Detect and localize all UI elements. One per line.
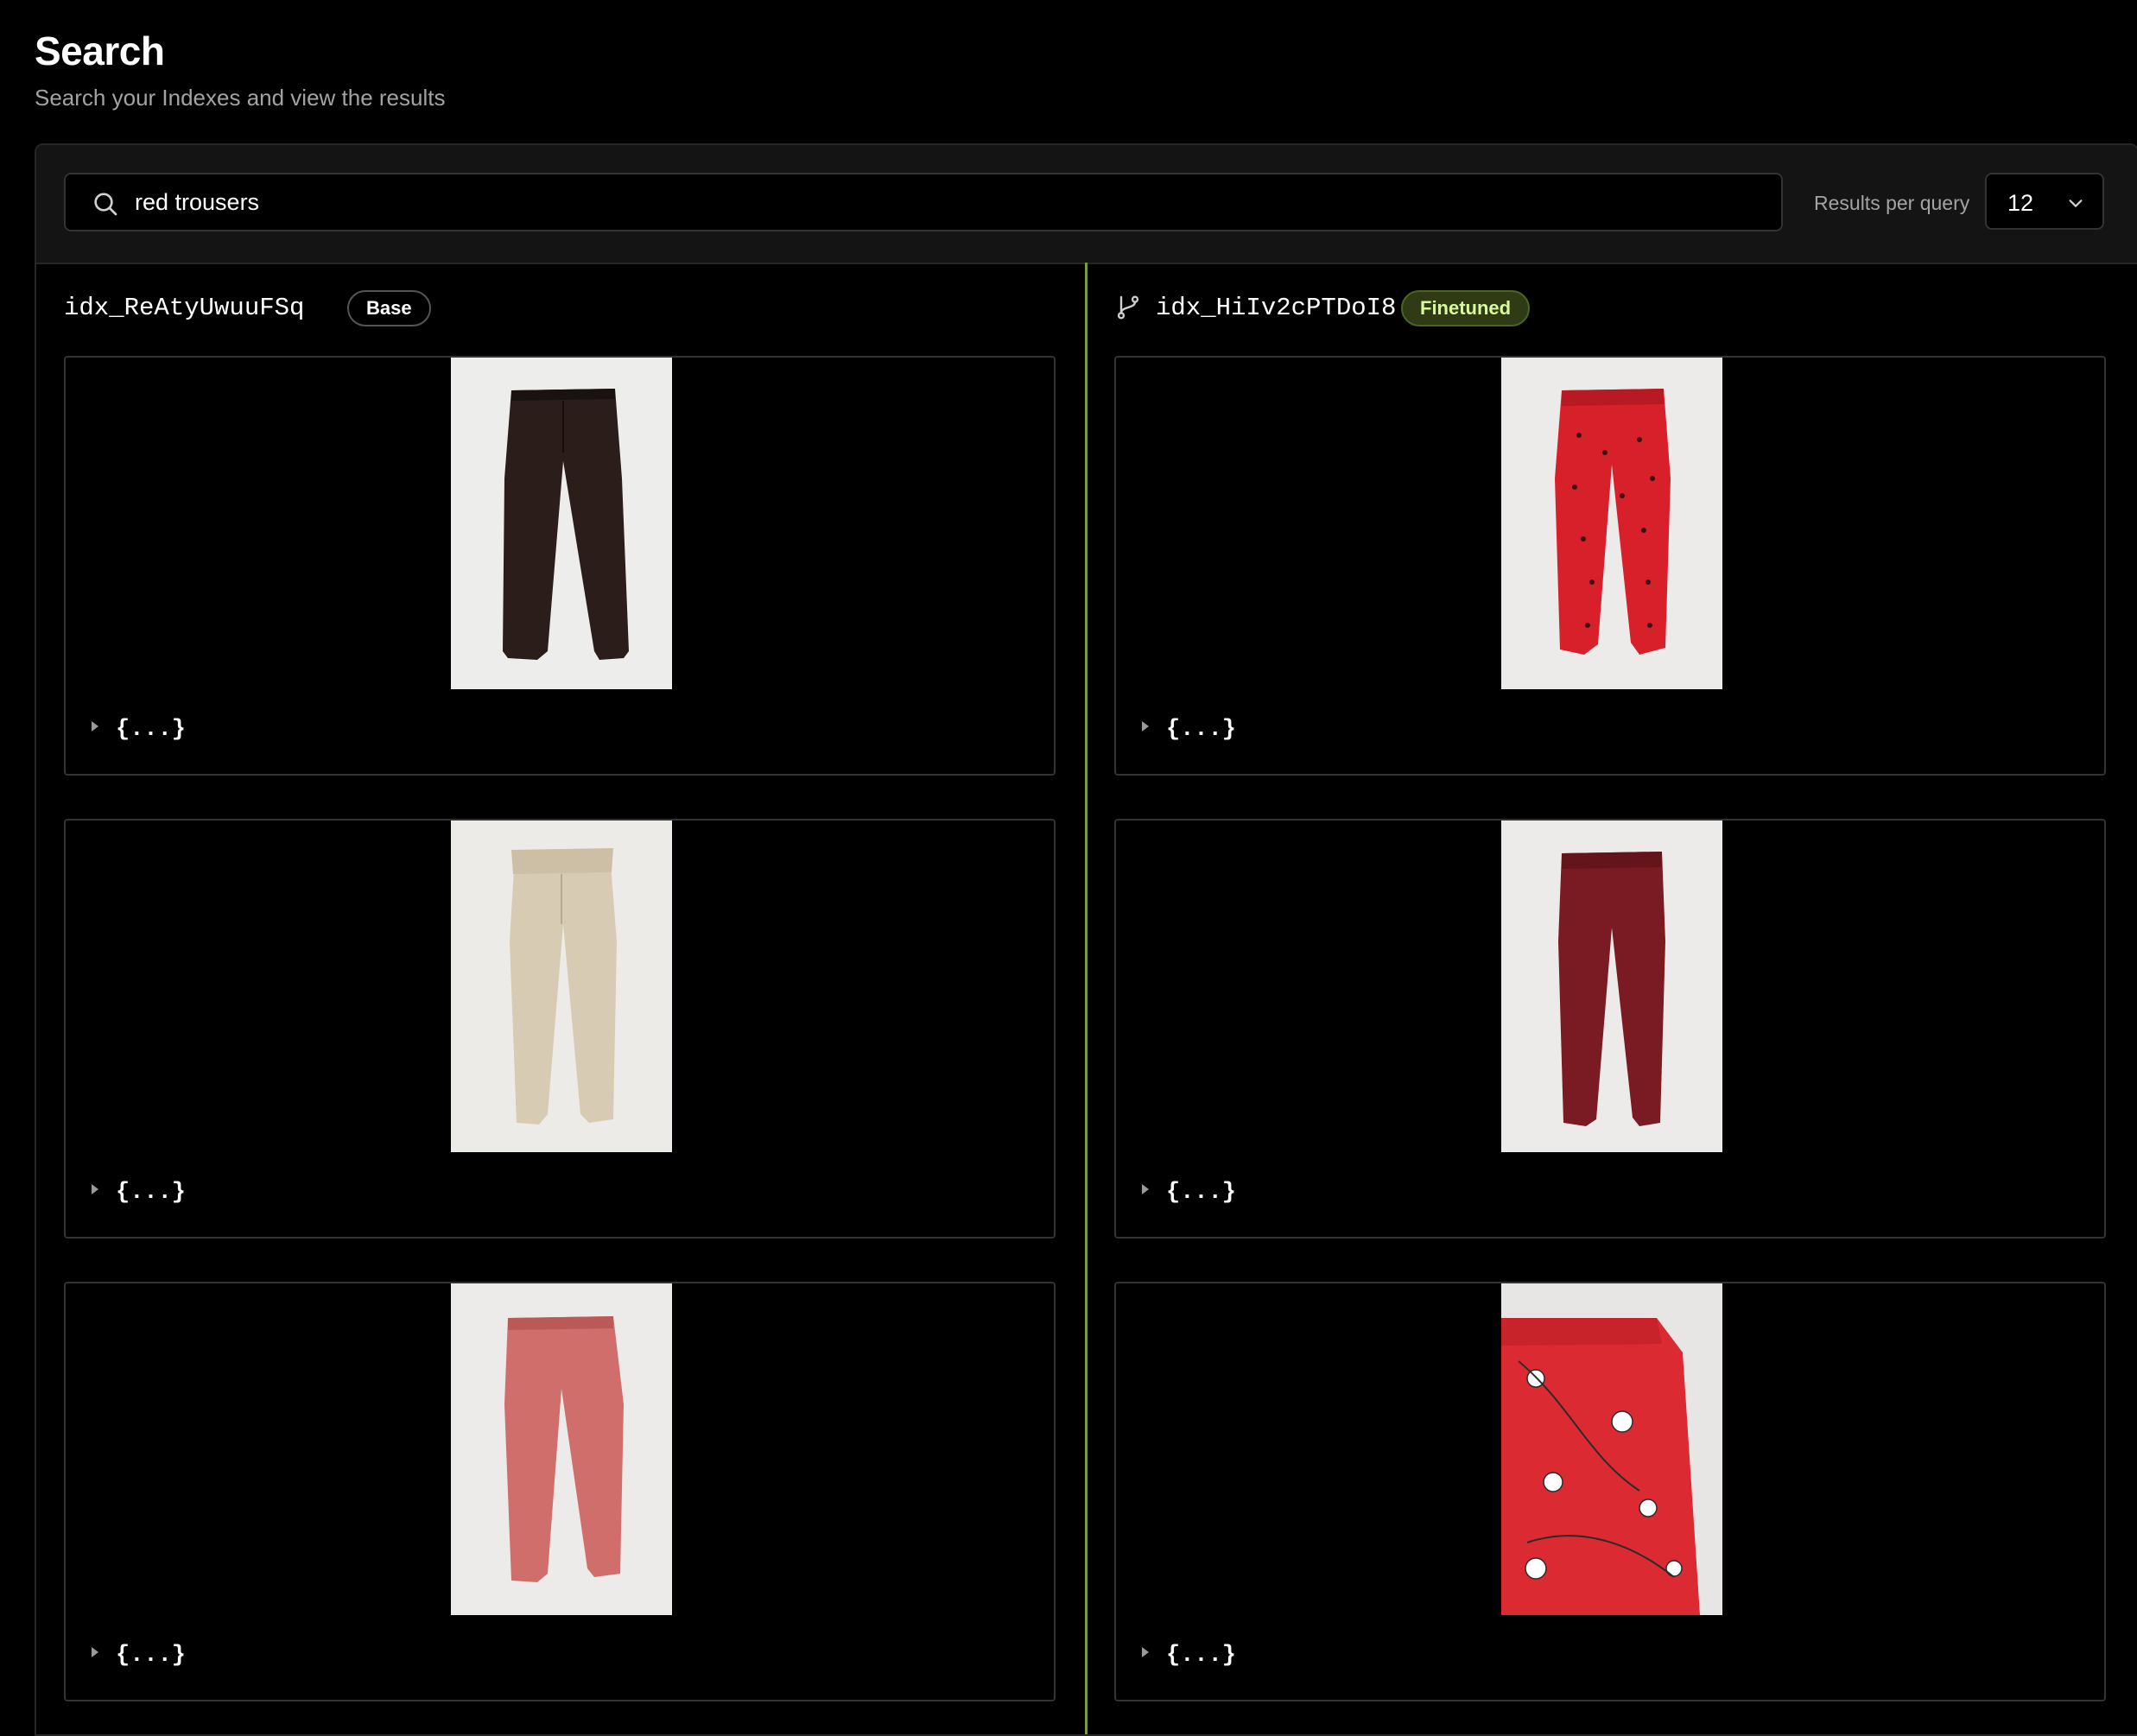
search-input[interactable] <box>135 174 1759 230</box>
product-image[interactable] <box>451 1283 672 1615</box>
search-toolbar: Results per query 12 <box>36 145 2137 264</box>
expand-triangle-icon <box>1142 1184 1149 1194</box>
metadata-toggle[interactable]: {...} <box>1142 1180 1236 1206</box>
chevron-down-icon <box>2069 200 2083 207</box>
result-card[interactable]: {...} <box>1114 356 2106 776</box>
page-title: Search <box>35 29 165 73</box>
search-box[interactable] <box>64 173 1783 231</box>
metadata-toggle[interactable]: {...} <box>92 717 186 743</box>
product-image[interactable] <box>1501 358 1722 689</box>
index-name: idx_ReAtyUwuuFSq <box>64 294 305 322</box>
metadata-toggle[interactable]: {...} <box>92 1643 186 1669</box>
metadata-toggle[interactable]: {...} <box>1142 1643 1236 1669</box>
expand-triangle-icon <box>1142 721 1149 732</box>
results-per-query-value: 12 <box>2007 190 2034 216</box>
result-card[interactable]: {...} <box>64 819 1056 1239</box>
result-card[interactable]: {...} <box>64 1282 1056 1701</box>
product-image[interactable] <box>451 358 672 689</box>
index-name: idx_HiIv2cPTDoI8 <box>1156 294 1397 322</box>
product-image[interactable] <box>451 820 672 1152</box>
metadata-preview: {...} <box>1166 1180 1237 1206</box>
column-header: idx_HiIv2cPTDoI8 Finetuned <box>1114 288 2106 328</box>
search-icon <box>94 193 117 216</box>
expand-triangle-icon <box>92 1184 98 1194</box>
column-divider <box>1085 263 1088 1734</box>
branch-icon <box>1117 295 1139 320</box>
finetuned-badge: Finetuned <box>1401 290 1531 326</box>
product-image[interactable] <box>1501 820 1722 1152</box>
base-badge: Base <box>347 290 431 326</box>
metadata-preview: {...} <box>116 1643 187 1669</box>
metadata-toggle[interactable]: {...} <box>92 1180 186 1206</box>
metadata-preview: {...} <box>116 1180 187 1206</box>
expand-triangle-icon <box>92 1647 98 1657</box>
metadata-preview: {...} <box>116 717 187 743</box>
metadata-preview: {...} <box>1166 717 1237 743</box>
page-subtitle: Search your Indexes and view the results <box>35 85 446 111</box>
column-header: idx_ReAtyUwuuFSq Base <box>64 288 1056 328</box>
result-card[interactable]: {...} <box>1114 819 2106 1239</box>
expand-triangle-icon <box>1142 1647 1149 1657</box>
result-card[interactable]: {...} <box>1114 1282 2106 1701</box>
metadata-toggle[interactable]: {...} <box>1142 717 1236 743</box>
search-panel: Results per query 12 idx_ReAtyUwuuFSq Ba… <box>35 143 2137 1736</box>
metadata-preview: {...} <box>1166 1643 1237 1669</box>
result-card[interactable]: {...} <box>64 356 1056 776</box>
results-per-query-select[interactable]: 12 <box>1985 173 2104 230</box>
results-per-query-label: Results per query <box>1814 192 1970 214</box>
expand-triangle-icon <box>92 721 98 732</box>
product-image[interactable] <box>1501 1283 1722 1615</box>
